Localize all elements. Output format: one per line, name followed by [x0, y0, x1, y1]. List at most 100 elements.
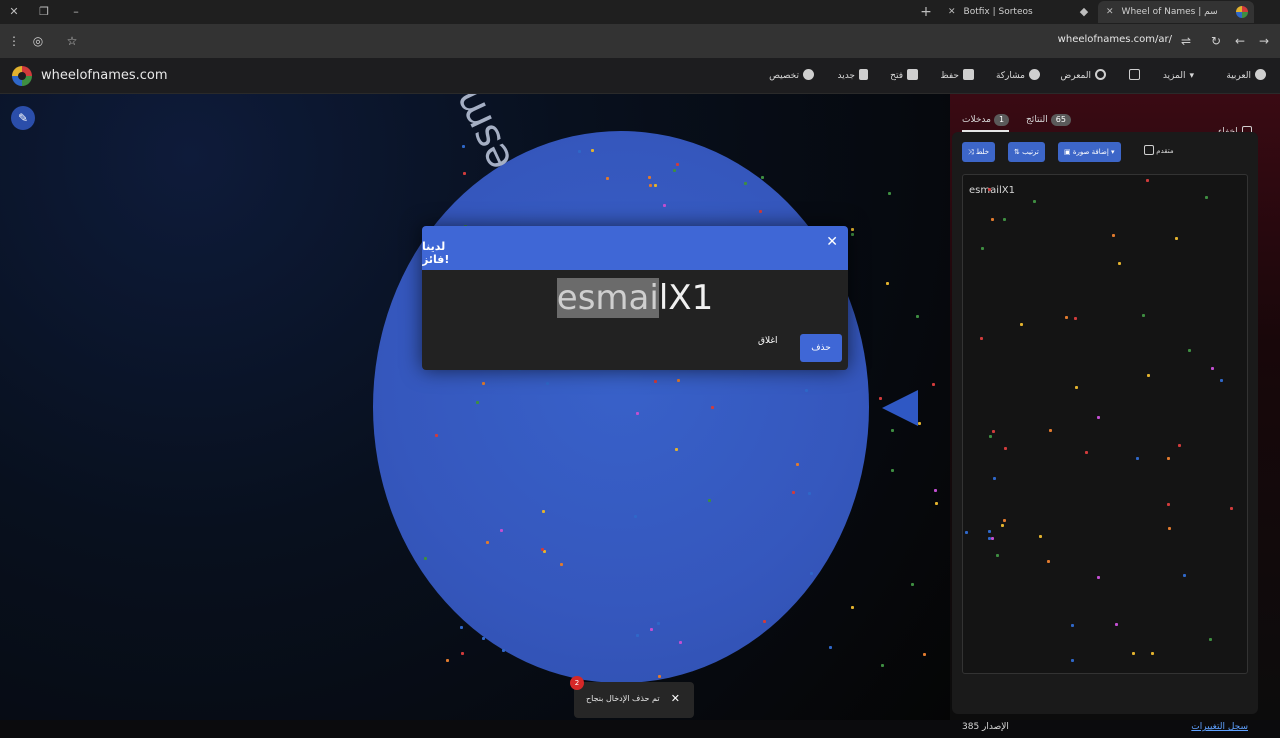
close-tab-icon[interactable]: ✕ [948, 1, 956, 23]
confetti-piece [606, 177, 609, 180]
profile-icon[interactable]: ◎ [30, 33, 46, 49]
confetti-piece [1033, 200, 1036, 203]
checkbox-icon [1144, 145, 1154, 155]
confetti-piece [482, 382, 485, 385]
confetti-piece [1147, 374, 1150, 377]
forward-icon[interactable]: → [1256, 33, 1272, 49]
edit-pencil-icon[interactable]: ✎ [11, 106, 35, 130]
confetti-piece [991, 537, 994, 540]
nav-customize[interactable]: تخصيص [769, 68, 814, 84]
nav-share[interactable]: مشاركة [996, 68, 1040, 84]
confetti-piece [932, 383, 935, 386]
save-icon [963, 69, 974, 80]
confetti-piece [708, 499, 711, 502]
site-brand[interactable]: wheelofnames.com [41, 68, 168, 83]
confetti-piece [1167, 457, 1170, 460]
advanced-checkbox[interactable]: متقدم [1140, 145, 1174, 155]
restore-window-icon[interactable]: ❐ [36, 4, 52, 20]
folder-icon [907, 69, 918, 80]
url-field[interactable]: wheelofnames.com/ar/ [1058, 34, 1172, 45]
tab-wheel-of-names[interactable]: ✕Wheel of Names | سم العشوائي [1098, 1, 1254, 39]
confetti-piece [1115, 623, 1118, 626]
nav-save[interactable]: حفظ [940, 68, 974, 84]
confetti-piece [761, 176, 764, 179]
confetti-piece [808, 492, 811, 495]
confetti-piece [711, 406, 714, 409]
close-icon[interactable]: ✕ [671, 692, 680, 705]
new-tab-icon[interactable]: + [918, 4, 934, 20]
minimize-window-icon[interactable]: – [68, 4, 84, 20]
toast-notification: 2 تم حذف الإدخال بنجاح ✕ [570, 676, 694, 718]
wheel[interactable] [373, 131, 869, 683]
changelog-link[interactable]: سجل التغييرات [1191, 722, 1248, 732]
reload-icon[interactable]: ↻ [1208, 33, 1224, 49]
nav-fullscreen[interactable] [1125, 68, 1140, 84]
confetti-piece [918, 422, 921, 425]
confetti-piece [1168, 527, 1171, 530]
add-image-button[interactable]: ▣ إضافة صورة ▾ [1058, 142, 1121, 162]
wheel-logo-icon[interactable] [12, 66, 32, 86]
confetti-piece [1188, 349, 1191, 352]
confetti-piece [851, 606, 854, 609]
close-window-icon[interactable]: ✕ [6, 4, 22, 20]
confetti-piece [541, 548, 544, 551]
confetti-piece [482, 637, 485, 640]
confetti-piece [636, 412, 639, 415]
bookmark-star-icon[interactable]: ☆ [64, 33, 80, 49]
close-tab-icon[interactable]: ✕ [1106, 1, 1114, 23]
confetti-piece [542, 510, 545, 513]
menu-dots-icon[interactable]: ⋮ [6, 33, 22, 49]
nav-open[interactable]: فتح [890, 68, 918, 84]
palette-icon [803, 69, 814, 80]
confetti-piece [1178, 444, 1181, 447]
dialog-header: لدينا فائز! ✕ [422, 226, 848, 270]
entries-textarea[interactable]: esmailX1 [962, 174, 1248, 674]
confetti-piece [988, 537, 991, 540]
tab-entries[interactable]: مدخلات 1 [962, 108, 1010, 132]
nav-language[interactable]: العربية [1226, 68, 1266, 84]
close-icon[interactable]: ✕ [826, 234, 838, 250]
site-settings-icon[interactable]: ⇌ [1178, 33, 1194, 49]
confetti-piece [591, 149, 594, 152]
confetti-piece [1205, 196, 1208, 199]
nav-gallery[interactable]: المعرض [1060, 68, 1106, 84]
confetti-piece [648, 176, 651, 179]
confetti-piece [991, 218, 994, 221]
confetti-piece [1183, 574, 1186, 577]
confetti-piece [996, 554, 999, 557]
confetti-piece [891, 429, 894, 432]
confetti-piece [560, 563, 563, 566]
close-button[interactable]: اغلاق [758, 336, 778, 346]
confetti-piece [675, 448, 678, 451]
confetti-piece [810, 572, 813, 575]
confetti-piece [916, 315, 919, 318]
delete-button[interactable]: حذف [800, 334, 842, 362]
confetti-piece [980, 337, 983, 340]
shuffle-button[interactable]: ⤨ خلط [962, 142, 996, 162]
confetti-piece [502, 649, 505, 652]
confetti-piece [634, 515, 637, 518]
back-icon[interactable]: ← [1232, 33, 1248, 49]
nav-new[interactable]: جديد [837, 68, 868, 84]
confetti-piece [1003, 218, 1006, 221]
confetti-piece [1065, 316, 1068, 319]
confetti-piece [463, 172, 466, 175]
confetti-piece [1047, 560, 1050, 563]
tab-botfix[interactable]: ✕ Botfix | Sorteos [940, 1, 1070, 23]
confetti-piece [1220, 379, 1223, 382]
panel-tabs: مدخلات1 النتائج65 إخفاء [950, 108, 1280, 137]
confetti-piece [1039, 535, 1042, 538]
confetti-piece [1071, 624, 1074, 627]
nav-more[interactable]: المزيد ▾ [1163, 68, 1194, 84]
chevron-down-icon: ▾ [1189, 71, 1194, 81]
confetti-piece [992, 430, 995, 433]
tab-results[interactable]: النتائج 65 [1026, 108, 1071, 132]
entries-card: ⤨ خلط ⇅ ترتيب ▣ إضافة صورة ▾ متقدم esmai… [952, 132, 1258, 732]
confetti-piece [677, 379, 680, 382]
confetti-piece [1132, 652, 1135, 655]
confetti-piece [1142, 314, 1145, 317]
confetti-piece [1020, 323, 1023, 326]
confetti-piece [923, 653, 926, 656]
sort-button[interactable]: ⇅ ترتيب [1008, 142, 1045, 162]
confetti-piece [934, 489, 937, 492]
